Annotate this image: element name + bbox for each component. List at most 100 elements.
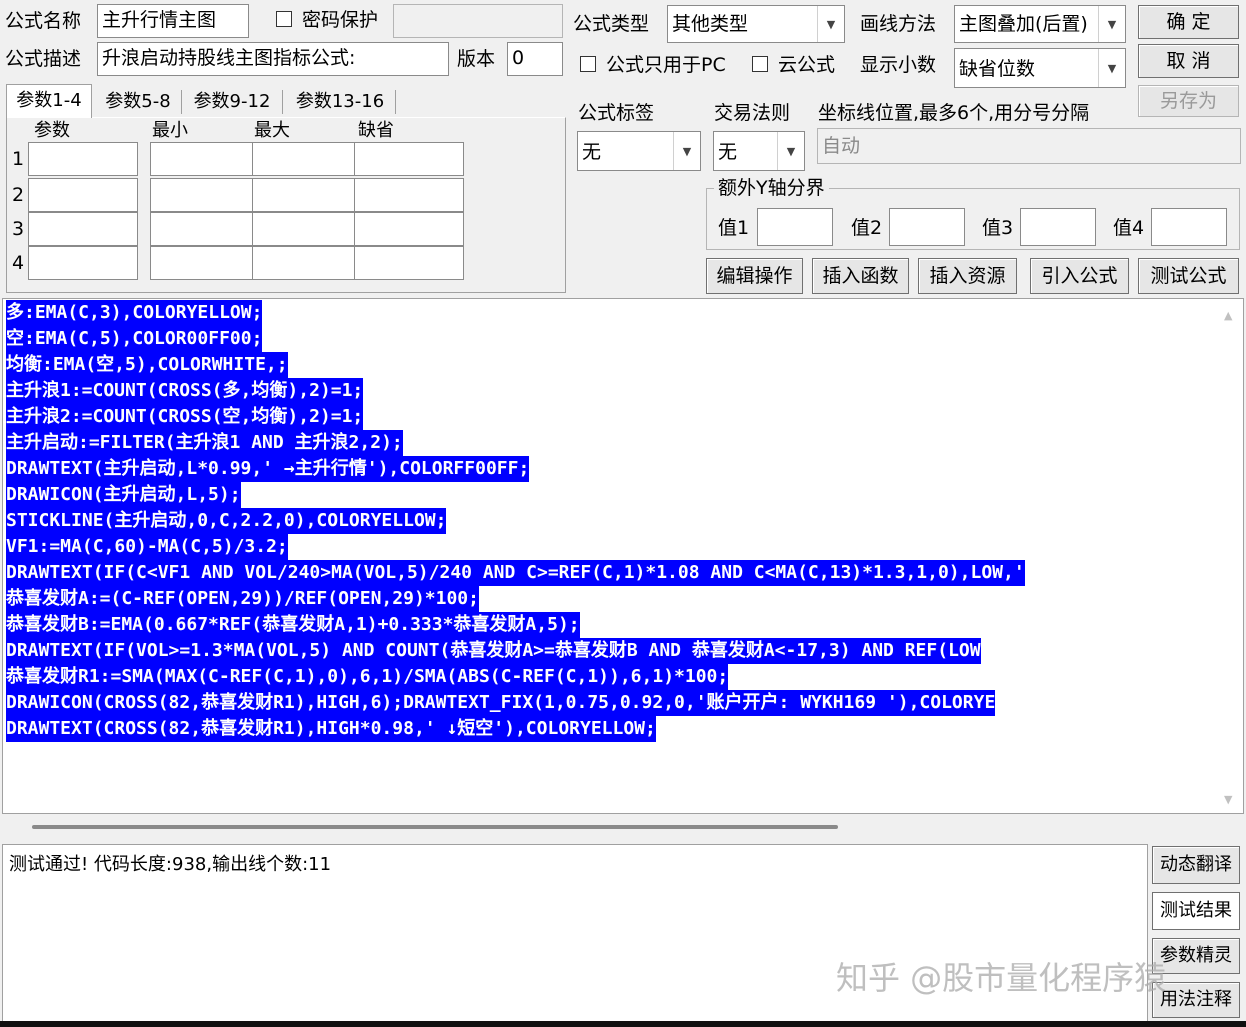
code-line[interactable]: 主升浪2:=COUNT(CROSS(空,均衡),2)=1;: [6, 404, 364, 430]
param-row-number: 1: [12, 148, 25, 170]
param-min-input[interactable]: [150, 178, 260, 212]
draw-method-select[interactable]: 主图叠加(后置) ▼: [954, 5, 1126, 43]
trade-rule-select[interactable]: 无 ▼: [713, 131, 805, 171]
draw-method-label: 画线方法: [860, 13, 937, 35]
password-input: [393, 4, 563, 38]
tab-divider: [181, 90, 182, 114]
param-name-input[interactable]: [28, 178, 138, 212]
tab-params-9-12[interactable]: 参数9-12: [184, 86, 280, 118]
param-header-max: 最大: [254, 120, 290, 141]
edit-operation-button[interactable]: 编辑操作: [706, 258, 803, 294]
code-line[interactable]: DRAWTEXT(CROSS(82,恭喜发财R1),HIGH*0.98,' ↓短…: [6, 716, 656, 742]
scroll-thumb[interactable]: [32, 825, 838, 829]
test-formula-button[interactable]: 测试公式: [1138, 258, 1239, 294]
formula-type-label: 公式类型: [573, 13, 650, 35]
cloud-checkbox[interactable]: [752, 56, 768, 72]
param-default-input[interactable]: [354, 142, 464, 176]
param-default-input[interactable]: [354, 246, 464, 280]
formula-desc-label: 公式描述: [5, 48, 82, 70]
tab-divider: [282, 90, 283, 114]
chevron-down-icon: ▼: [1098, 49, 1125, 87]
value2-label: 值2: [851, 217, 883, 239]
save-as-button: 另存为: [1138, 85, 1239, 117]
param-default-input[interactable]: [354, 178, 464, 212]
formula-desc-input[interactable]: 升浪启动持股线主图指标公式:: [97, 42, 449, 76]
param-row-number: 3: [12, 218, 25, 240]
password-checkbox[interactable]: [276, 11, 292, 27]
formula-name-input[interactable]: 主升行情主图: [97, 4, 249, 38]
code-line[interactable]: STICKLINE(主升启动,0,C,2.2,0),COLORYELLOW;: [6, 508, 447, 534]
code-line[interactable]: 主升浪1:=COUNT(CROSS(多,均衡),2)=1;: [6, 378, 364, 404]
chevron-down-icon: ▼: [673, 132, 700, 170]
code-line[interactable]: DRAWTEXT(主升启动,L*0.99,' →主升行情'),COLORFF00…: [6, 456, 530, 482]
tab-params-1-4[interactable]: 参数1-4: [6, 84, 92, 118]
code-line[interactable]: 恭喜发财B:=EMA(0.667*REF(恭喜发财A,1)+0.333*恭喜发财…: [6, 612, 580, 638]
param-header-min: 最小: [152, 120, 188, 141]
decimals-select[interactable]: 缺省位数 ▼: [954, 48, 1126, 88]
code-line[interactable]: 主升启动:=FILTER(主升浪1 AND 主升浪2,2);: [6, 430, 403, 456]
scroll-down-icon[interactable]: ▼: [1224, 793, 1232, 806]
value3-label: 值3: [982, 217, 1014, 239]
param-min-input[interactable]: [150, 246, 260, 280]
import-formula-button[interactable]: 引入公式: [1030, 258, 1129, 294]
watermark: 知乎 @股市量化程序猿: [836, 959, 1167, 997]
insert-resource-button[interactable]: 插入资源: [918, 258, 1017, 294]
password-label: 密码保护: [302, 9, 379, 31]
value3-input[interactable]: [1020, 208, 1096, 246]
param-header-name: 参数: [34, 120, 70, 141]
code-line[interactable]: 恭喜发财R1:=SMA(MAX(C-REF(C,1),0),6,1)/SMA(A…: [6, 664, 729, 690]
code-line[interactable]: DRAWTEXT(IF(VOL>=1.3*MA(VOL,5) AND COUNT…: [6, 638, 981, 664]
dynamic-translate-button[interactable]: 动态翻译: [1152, 846, 1240, 884]
code-line[interactable]: DRAWICON(CROSS(82,恭喜发财R1),HIGH,6);DRAWTE…: [6, 690, 996, 716]
code-editor[interactable]: 多:EMA(C,3),COLORYELLOW; 空:EMA(C,5),COLOR0…: [2, 298, 1244, 814]
coord-line-input: 自动: [817, 128, 1241, 164]
pc-only-checkbox[interactable]: [580, 56, 596, 72]
bottom-strip: [0, 1021, 1246, 1027]
test-result-button[interactable]: 测试结果: [1152, 892, 1240, 930]
param-min-input[interactable]: [150, 142, 260, 176]
value4-label: 值4: [1113, 217, 1145, 239]
formula-type-value: 其他类型: [672, 13, 749, 35]
formula-type-select[interactable]: 其他类型 ▼: [667, 5, 845, 43]
tab-params-5-8[interactable]: 参数5-8: [96, 86, 180, 118]
param-max-input[interactable]: [252, 178, 362, 212]
value1-input[interactable]: [757, 208, 833, 246]
value2-input[interactable]: [889, 208, 965, 246]
cancel-button[interactable]: 取 消: [1138, 44, 1239, 78]
code-line[interactable]: 空:EMA(C,5),COLOR00FF00;: [6, 326, 263, 352]
formula-tag-value: 无: [582, 141, 602, 163]
trade-rule-label: 交易法则: [714, 102, 791, 124]
code-line[interactable]: 均衡:EMA(空,5),COLORWHITE,;: [6, 352, 288, 378]
code-line[interactable]: VF1:=MA(C,60)-MA(C,5)/3.2;: [6, 534, 288, 560]
trade-rule-value: 无: [718, 141, 738, 163]
coord-line-label: 坐标线位置,最多6个,用分号分隔: [818, 102, 1090, 124]
param-max-input[interactable]: [252, 212, 362, 246]
tab-divider: [395, 90, 396, 114]
formula-tag-label: 公式标签: [578, 102, 655, 124]
formula-tag-select[interactable]: 无 ▼: [577, 131, 701, 171]
draw-method-value: 主图叠加(后置): [959, 13, 1088, 35]
horizontal-scrollbar[interactable]: [2, 814, 1244, 842]
code-line[interactable]: 多:EMA(C,3),COLORYELLOW;: [6, 300, 263, 326]
param-max-input[interactable]: [252, 246, 362, 280]
cloud-label: 云公式: [778, 54, 836, 76]
param-name-input[interactable]: [28, 246, 138, 280]
version-input[interactable]: 0: [507, 42, 563, 76]
value4-input[interactable]: [1151, 208, 1227, 246]
param-min-input[interactable]: [150, 212, 260, 246]
code-line[interactable]: 恭喜发财A:=(C-REF(OPEN,29))/REF(OPEN,29)*100…: [6, 586, 479, 612]
code-line[interactable]: DRAWTEXT(IF(C<VF1 AND VOL/240>MA(VOL,5)/…: [6, 560, 1025, 586]
tab-params-13-16[interactable]: 参数13-16: [286, 86, 394, 118]
param-row-number: 2: [12, 184, 25, 206]
param-name-input[interactable]: [28, 142, 138, 176]
param-row-number: 4: [12, 252, 25, 274]
scroll-up-icon[interactable]: ▲: [1224, 309, 1232, 322]
param-max-input[interactable]: [252, 142, 362, 176]
code-line[interactable]: DRAWICON(主升启动,L,5);: [6, 482, 241, 508]
insert-function-button[interactable]: 插入函数: [812, 258, 909, 294]
ok-button[interactable]: 确 定: [1138, 5, 1239, 39]
param-default-input[interactable]: [354, 212, 464, 246]
param-name-input[interactable]: [28, 212, 138, 246]
vertical-scrollbar[interactable]: ▲ ▼: [1217, 299, 1243, 813]
pc-only-label: 公式只用于PC: [606, 54, 726, 76]
